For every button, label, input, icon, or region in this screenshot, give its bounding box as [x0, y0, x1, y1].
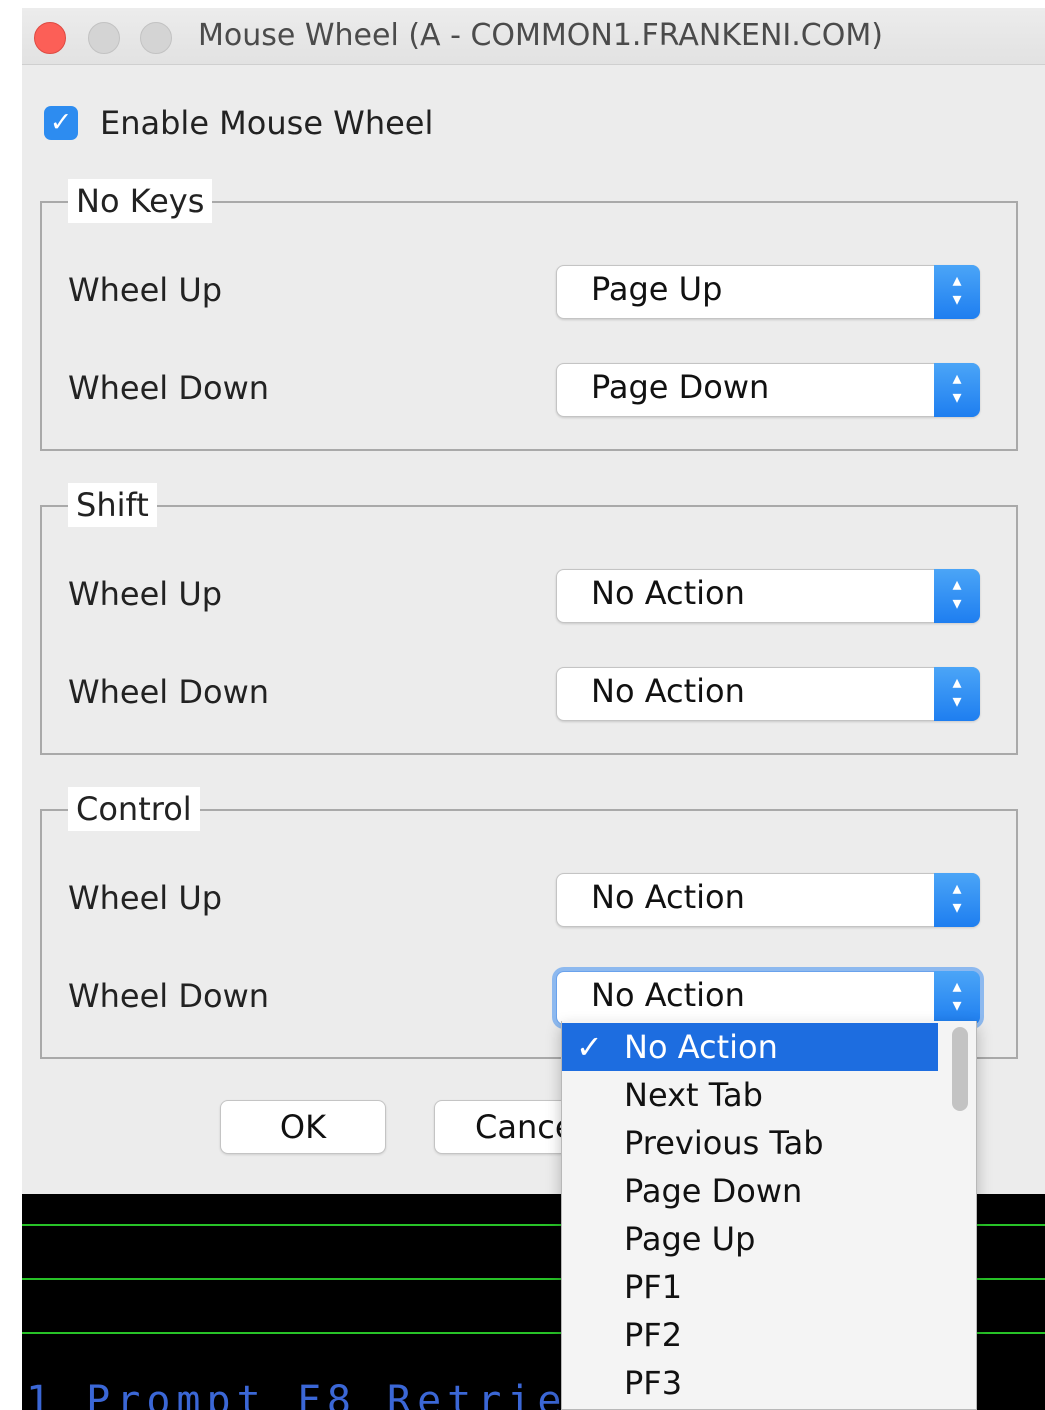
minimize-window-button[interactable]: [88, 22, 120, 54]
ok-button[interactable]: OK: [220, 1100, 386, 1154]
wheel-down-label: Wheel Down: [68, 673, 270, 711]
menu-item-pf3[interactable]: PF3: [562, 1359, 938, 1407]
enable-mouse-wheel-checkbox[interactable]: ✓: [44, 106, 78, 140]
menu-item-pf2[interactable]: PF2: [562, 1311, 938, 1359]
select-chevrons-icon[interactable]: ▴ ▾: [934, 873, 980, 927]
menu-item-label: PF1: [624, 1268, 683, 1306]
menu-item-pf1[interactable]: PF1: [562, 1263, 938, 1311]
select-value: No Action: [591, 574, 745, 612]
checkmark-icon: ✓: [576, 1028, 603, 1066]
menu-item-label: PF2: [624, 1316, 683, 1354]
wheel-down-label: Wheel Down: [68, 369, 270, 407]
menu-item-page-up[interactable]: Page Up: [562, 1215, 938, 1263]
menu-item-label: Page Down: [624, 1172, 803, 1210]
group-shift: Shift Wheel Up No Action ▴ ▾ Wheel Down N…: [40, 483, 1018, 755]
menu-item-label: Previous Tab: [624, 1124, 824, 1162]
wheel-action-dropdown-menu[interactable]: ✓ No Action Next Tab Previous Tab Page D…: [561, 1021, 977, 1410]
close-window-button[interactable]: [34, 22, 66, 54]
group-title-shift: Shift: [68, 483, 157, 527]
window-title: Mouse Wheel (A - COMMON1.FRANKENI.COM): [198, 18, 883, 53]
wheel-down-label: Wheel Down: [68, 977, 270, 1015]
select-value: No Action: [591, 672, 745, 710]
menu-scrollbar[interactable]: [952, 1027, 968, 1111]
wheel-up-label: Wheel Up: [68, 575, 223, 613]
no-keys-wheel-down-select[interactable]: Page Down ▴ ▾: [556, 363, 980, 417]
group-title-no-keys: No Keys: [68, 179, 213, 223]
menu-item-label: No Action: [624, 1028, 778, 1066]
wheel-up-label: Wheel Up: [68, 271, 223, 309]
menu-item-page-down[interactable]: Page Down: [562, 1167, 938, 1215]
group-title-control: Control: [68, 787, 200, 831]
select-value: Page Down: [591, 368, 770, 406]
menu-item-label: Next Tab: [624, 1076, 763, 1114]
group-no-keys: No Keys Wheel Up Page Up ▴ ▾ Wheel Down P…: [40, 179, 1018, 451]
select-chevrons-icon[interactable]: ▴ ▾: [934, 971, 980, 1025]
menu-item-previous-tab[interactable]: Previous Tab: [562, 1119, 938, 1167]
control-wheel-down-select[interactable]: No Action ▴ ▾: [556, 971, 980, 1025]
select-value: No Action: [591, 976, 745, 1014]
select-chevrons-icon[interactable]: ▴ ▾: [934, 265, 980, 319]
select-chevrons-icon[interactable]: ▴ ▾: [934, 363, 980, 417]
select-chevrons-icon[interactable]: ▴ ▾: [934, 667, 980, 721]
control-wheel-up-select[interactable]: No Action ▴ ▾: [556, 873, 980, 927]
zoom-window-button[interactable]: [140, 22, 172, 54]
select-chevrons-icon[interactable]: ▴ ▾: [934, 569, 980, 623]
title-bar[interactable]: Mouse Wheel (A - COMMON1.FRANKENI.COM): [22, 8, 1045, 65]
menu-item-label: Page Up: [624, 1220, 756, 1258]
select-value: No Action: [591, 878, 745, 916]
wheel-up-label: Wheel Up: [68, 879, 223, 917]
menu-item-next-tab[interactable]: Next Tab: [562, 1071, 938, 1119]
shift-wheel-down-select[interactable]: No Action ▴ ▾: [556, 667, 980, 721]
shift-wheel-up-select[interactable]: No Action ▴ ▾: [556, 569, 980, 623]
select-value: Page Up: [591, 270, 723, 308]
no-keys-wheel-up-select[interactable]: Page Up ▴ ▾: [556, 265, 980, 319]
enable-mouse-wheel-label[interactable]: Enable Mouse Wheel: [100, 104, 433, 142]
menu-item-label: PF3: [624, 1364, 683, 1402]
menu-item-no-action[interactable]: ✓ No Action: [562, 1023, 938, 1071]
